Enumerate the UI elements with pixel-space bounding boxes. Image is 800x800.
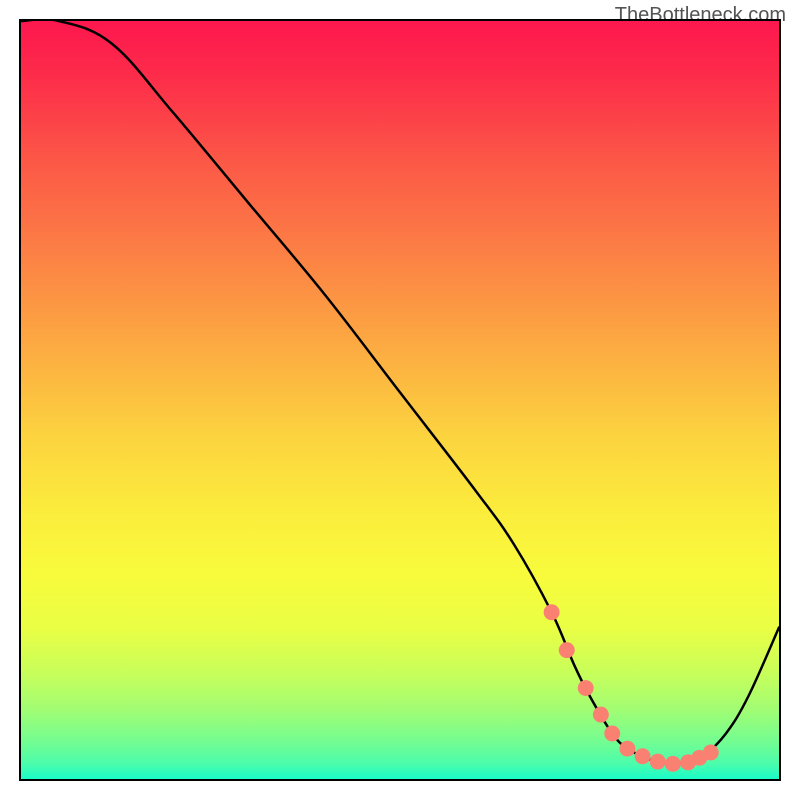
marker-dot: [619, 741, 635, 757]
curve-line: [21, 21, 779, 764]
marker-dot: [593, 707, 609, 723]
plot-area: [19, 19, 781, 781]
marker-dot: [665, 756, 681, 772]
marker-dot: [635, 748, 651, 764]
marker-dot: [544, 604, 560, 620]
marker-dot: [559, 642, 575, 658]
curve-layer: [21, 21, 779, 779]
marker-dot: [703, 745, 719, 761]
marker-dot: [650, 754, 666, 770]
marker-dot: [604, 726, 620, 742]
marker-group: [544, 604, 719, 772]
chart-container: TheBottleneck.com: [0, 0, 800, 800]
marker-dot: [578, 680, 594, 696]
